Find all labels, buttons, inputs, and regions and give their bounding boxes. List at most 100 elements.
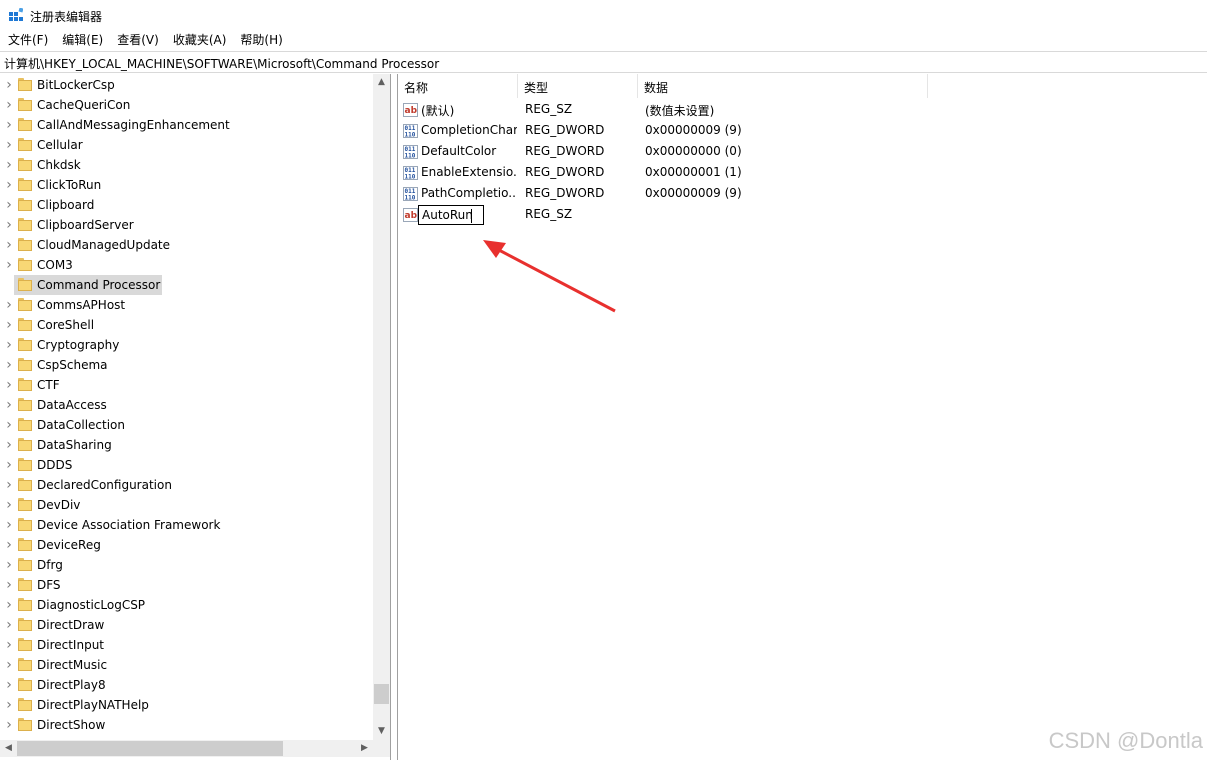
folder-icon bbox=[18, 458, 32, 471]
tree-item[interactable]: › CspSchema bbox=[0, 355, 372, 375]
scroll-up-arrow-icon[interactable]: ▲ bbox=[373, 74, 390, 91]
value-row[interactable]: ab (默认) REG_SZ (数值未设置) bbox=[398, 99, 1207, 120]
expand-chevron-icon[interactable]: › bbox=[3, 358, 15, 372]
tree-item[interactable]: › CacheQueriCon bbox=[0, 95, 372, 115]
tree-item[interactable]: › CTF bbox=[0, 375, 372, 395]
column-header-data[interactable]: 数据 bbox=[638, 74, 928, 98]
tree-item[interactable]: › DDDS bbox=[0, 455, 372, 475]
values-list-pane[interactable]: 名称 类型 数据 ab (默认) REG_SZ (数值未设置) 011 110 Comple… bbox=[397, 74, 1207, 760]
expand-chevron-icon[interactable]: › bbox=[3, 498, 15, 512]
tree-item-label: ClipboardServer bbox=[37, 218, 134, 232]
menu-favorites[interactable]: 收藏夹(A) bbox=[166, 30, 234, 51]
folder-icon bbox=[18, 78, 32, 91]
tree-item[interactable]: › DirectInput bbox=[0, 635, 372, 655]
tree-item[interactable]: › Chkdsk bbox=[0, 155, 372, 175]
tree-item[interactable]: ›Command Processor bbox=[0, 275, 372, 295]
tree-item[interactable]: › DirectMusic bbox=[0, 655, 372, 675]
expand-chevron-icon[interactable]: › bbox=[3, 218, 15, 232]
tree-vertical-scroll-thumb[interactable] bbox=[374, 684, 389, 704]
expand-chevron-icon[interactable]: › bbox=[3, 518, 15, 532]
tree-item[interactable]: › DirectDraw bbox=[0, 615, 372, 635]
tree-item[interactable]: › DeviceReg bbox=[0, 535, 372, 555]
expand-chevron-icon[interactable]: › bbox=[3, 558, 15, 572]
tree-item[interactable]: › DirectPlayNATHelp bbox=[0, 695, 372, 715]
expand-chevron-icon[interactable]: › bbox=[3, 78, 15, 92]
value-row[interactable]: 011 110 DefaultColor REG_DWORD 0x00000000 (0… bbox=[398, 141, 1207, 162]
tree-item[interactable]: › CloudManagedUpdate bbox=[0, 235, 372, 255]
scroll-right-arrow-icon[interactable]: ▶ bbox=[356, 740, 373, 757]
menu-view[interactable]: 查看(V) bbox=[110, 30, 166, 51]
column-header-name[interactable]: 名称 bbox=[398, 74, 518, 98]
value-row[interactable]: 011 110 CompletionChar REG_DWORD 0x00000009 … bbox=[398, 120, 1207, 141]
tree-horizontal-scrollbar[interactable]: ◀ ▶ bbox=[0, 740, 373, 757]
rename-input[interactable]: AutoRun bbox=[418, 205, 484, 225]
tree-item[interactable]: › COM3 bbox=[0, 255, 372, 275]
expand-chevron-icon[interactable]: › bbox=[3, 118, 15, 132]
tree-item[interactable]: › Clipboard bbox=[0, 195, 372, 215]
expand-chevron-icon[interactable]: › bbox=[3, 238, 15, 252]
tree-item[interactable]: › DirectPlay8 bbox=[0, 675, 372, 695]
expand-chevron-icon[interactable]: › bbox=[3, 98, 15, 112]
expand-chevron-icon[interactable]: › bbox=[3, 638, 15, 652]
tree-item-label: Dfrg bbox=[37, 558, 63, 572]
folder-icon bbox=[18, 558, 32, 571]
tree-item[interactable]: › DevDiv bbox=[0, 495, 372, 515]
tree-item[interactable]: › ClickToRun bbox=[0, 175, 372, 195]
tree-item[interactable]: › DeclaredConfiguration bbox=[0, 475, 372, 495]
menu-file[interactable]: 文件(F) bbox=[0, 30, 55, 51]
expand-chevron-icon[interactable]: › bbox=[3, 398, 15, 412]
tree-item[interactable]: › BitLockerCsp bbox=[0, 75, 372, 95]
tree-item[interactable]: › ClipboardServer bbox=[0, 215, 372, 235]
tree-item[interactable]: › Device Association Framework bbox=[0, 515, 372, 535]
expand-chevron-icon[interactable]: › bbox=[3, 478, 15, 492]
scroll-left-arrow-icon[interactable]: ◀ bbox=[0, 740, 17, 757]
expand-chevron-icon[interactable]: › bbox=[3, 458, 15, 472]
tree-item[interactable]: › Cryptography bbox=[0, 335, 372, 355]
tree-item[interactable]: › DataAccess bbox=[0, 395, 372, 415]
tree-item[interactable]: › DiagnosticLogCSP bbox=[0, 595, 372, 615]
tree-vertical-scrollbar[interactable]: ▲ ▼ bbox=[373, 74, 390, 740]
expand-chevron-icon[interactable]: › bbox=[3, 198, 15, 212]
expand-chevron-icon[interactable]: › bbox=[3, 158, 15, 172]
tree-item[interactable]: › DirectShow bbox=[0, 715, 372, 735]
expand-chevron-icon[interactable]: › bbox=[3, 318, 15, 332]
expand-chevron-icon[interactable]: › bbox=[3, 678, 15, 692]
expand-chevron-icon[interactable]: › bbox=[3, 618, 15, 632]
address-bar[interactable]: 计算机\HKEY_LOCAL_MACHINE\SOFTWARE\Microsof… bbox=[0, 51, 1207, 73]
string-value-icon: ab bbox=[403, 208, 418, 222]
tree-item[interactable]: › DataCollection bbox=[0, 415, 372, 435]
key-tree-pane[interactable]: › BitLockerCsp › CacheQueriCon › CallAndMessa… bbox=[0, 74, 391, 760]
menu-edit[interactable]: 编辑(E) bbox=[55, 30, 110, 51]
expand-chevron-icon[interactable]: › bbox=[3, 178, 15, 192]
expand-chevron-icon[interactable]: › bbox=[3, 598, 15, 612]
expand-chevron-icon[interactable]: › bbox=[3, 258, 15, 272]
expand-chevron-icon[interactable]: › bbox=[3, 338, 15, 352]
expand-chevron-icon[interactable]: › bbox=[3, 298, 15, 312]
scrollbar-corner bbox=[373, 740, 390, 757]
tree-horizontal-scroll-thumb[interactable] bbox=[17, 741, 283, 756]
tree-item[interactable]: › Cellular bbox=[0, 135, 372, 155]
expand-chevron-icon[interactable]: › bbox=[3, 438, 15, 452]
expand-chevron-icon[interactable]: › bbox=[3, 138, 15, 152]
address-path[interactable]: 计算机\HKEY_LOCAL_MACHINE\SOFTWARE\Microsof… bbox=[4, 55, 439, 72]
scroll-down-arrow-icon[interactable]: ▼ bbox=[373, 723, 390, 740]
expand-chevron-icon[interactable]: › bbox=[3, 658, 15, 672]
expand-chevron-icon[interactable]: › bbox=[3, 538, 15, 552]
value-row[interactable]: 011 110 EnableExtensio... REG_DWORD 0x000000… bbox=[398, 162, 1207, 183]
tree-item-label: DirectShow bbox=[37, 718, 106, 732]
tree-item[interactable]: › CoreShell bbox=[0, 315, 372, 335]
tree-item[interactable]: › DFS bbox=[0, 575, 372, 595]
menu-help[interactable]: 帮助(H) bbox=[233, 30, 289, 51]
tree-item[interactable]: › CommsAPHost bbox=[0, 295, 372, 315]
value-row[interactable]: 011 110 PathCompletio... REG_DWORD 0x0000000… bbox=[398, 183, 1207, 204]
tree-item[interactable]: › CallAndMessagingEnhancement bbox=[0, 115, 372, 135]
tree-item[interactable]: › Dfrg bbox=[0, 555, 372, 575]
expand-chevron-icon[interactable]: › bbox=[3, 418, 15, 432]
expand-chevron-icon[interactable]: › bbox=[3, 578, 15, 592]
tree-item[interactable]: › DataSharing bbox=[0, 435, 372, 455]
column-header-type[interactable]: 类型 bbox=[518, 74, 638, 98]
expand-chevron-icon[interactable]: › bbox=[3, 698, 15, 712]
expand-chevron-icon[interactable]: › bbox=[3, 378, 15, 392]
expand-chevron-icon[interactable]: › bbox=[3, 718, 15, 732]
value-row[interactable]: ab AutoRun REG_SZ bbox=[398, 204, 1207, 225]
